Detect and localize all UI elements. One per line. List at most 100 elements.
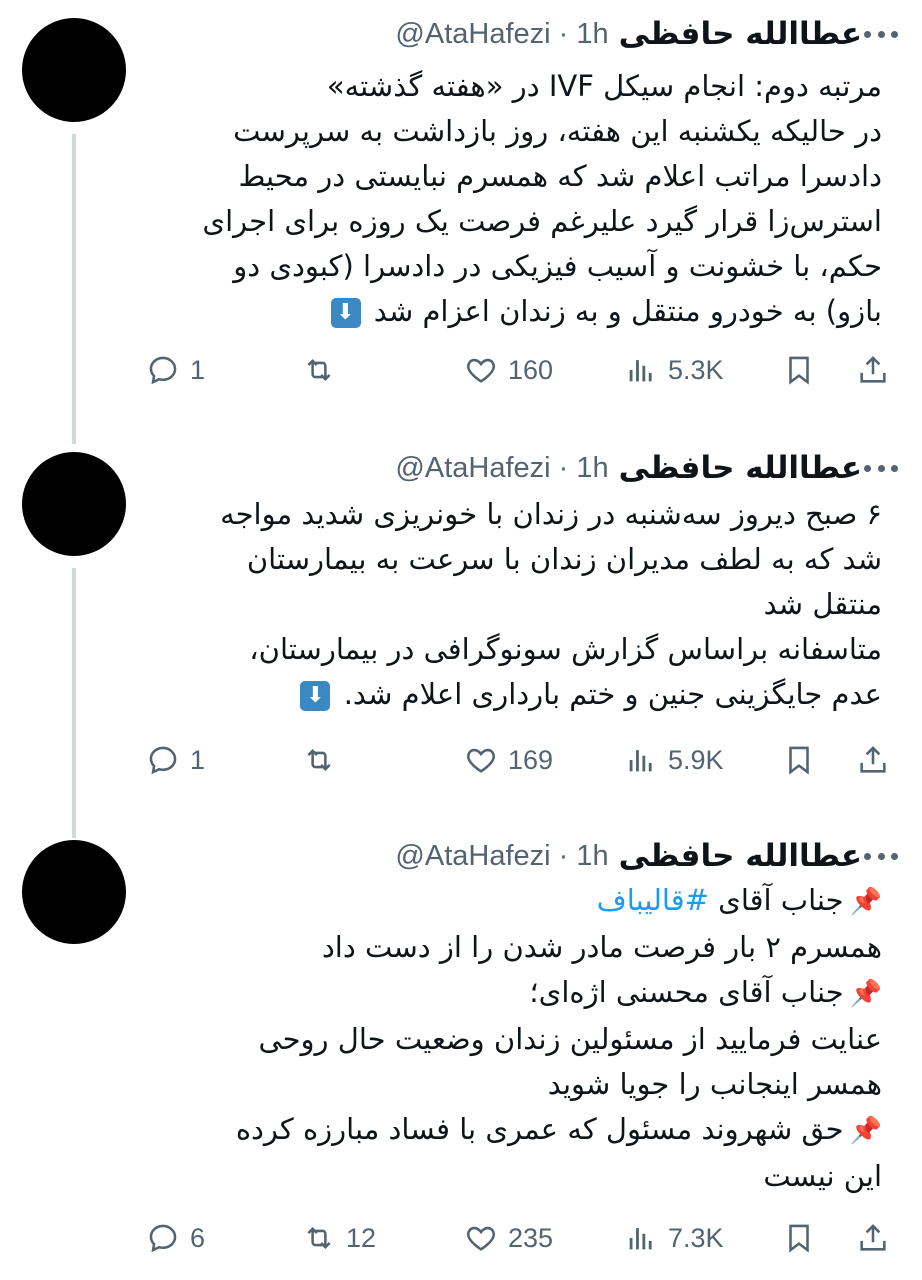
reply-icon (149, 1224, 177, 1253)
bookmark-icon (789, 746, 809, 775)
reply-icon (149, 356, 177, 385)
bookmark-icon (789, 1224, 809, 1253)
tweet-line-with-emoji: بازو) به خودرو منتقل و به زندان اعزام شد… (142, 289, 882, 334)
action-bar: 6 12 235 7.3K (146, 1218, 896, 1258)
tweet-1[interactable]: عطاالله حافظی @AtaHafezi · 1h مرتبه دوم:… (0, 14, 922, 444)
tweet-line-with-emoji: عدم جایگزینی جنین و ختم بارداری اعلام شد… (142, 672, 882, 717)
retweet-button[interactable] (302, 740, 346, 780)
heart-icon (467, 358, 495, 383)
like-button[interactable]: 235 (464, 1218, 553, 1258)
tweet-text: ۶ صبح دیروز سه‌شنبه در زندان با خونریزی … (142, 492, 882, 717)
bookmark-icon (789, 356, 809, 385)
views-count: 5.9K (668, 744, 724, 775)
views-icon (629, 1228, 652, 1250)
share-button[interactable] (856, 1218, 890, 1258)
author-handle[interactable]: @AtaHafezi (395, 18, 550, 50)
tweet-line: شد که به لطف مدیران زندان با سرعت به بیم… (246, 542, 882, 576)
hashtag-link[interactable]: #قالیباف (597, 883, 709, 917)
retweet-icon (307, 748, 331, 772)
tweet-line-text: جناب آقای (718, 883, 844, 917)
retweet-button[interactable] (302, 350, 346, 390)
tweet-line-text: جناب آقای محسنی اژه‌ای؛ (529, 975, 844, 1009)
share-icon (860, 746, 886, 773)
bookmark-button[interactable] (782, 350, 816, 390)
tweet-line: عنایت فرمایید از مسئولین زندان وضعیت حال… (258, 1022, 882, 1056)
tweet-time[interactable]: 1h (576, 452, 608, 484)
tweet-meta: @AtaHafezi · 1h (395, 451, 609, 484)
tweet-line: دادسرا مراتب اعلام شد که همسرم نبایستی د… (238, 159, 882, 193)
bookmark-button[interactable] (782, 1218, 816, 1258)
thread-line (72, 134, 76, 444)
views-count: 7.3K (668, 1222, 724, 1253)
share-button[interactable] (856, 740, 890, 780)
like-button[interactable]: 169 (464, 740, 553, 780)
tweet-line: این نیست (763, 1159, 882, 1193)
action-bar: 1 160 5.3K (146, 350, 896, 390)
pushpin-emoji: 📌 (849, 887, 882, 917)
tweet-header: عطاالله حافظی @AtaHafezi · 1h (395, 448, 862, 488)
retweet-icon (307, 1226, 331, 1250)
tweet-header: عطاالله حافظی @AtaHafezi · 1h (395, 836, 862, 876)
share-icon (860, 1224, 886, 1251)
retweet-button[interactable]: 12 (302, 1218, 376, 1258)
share-icon (860, 356, 886, 383)
heart-icon (467, 748, 495, 773)
views-button[interactable]: 5.9K (624, 740, 724, 780)
views-button[interactable]: 7.3K (624, 1218, 724, 1258)
pushpin-emoji: 📌 (849, 1116, 882, 1146)
like-count: 169 (508, 744, 554, 775)
like-count: 235 (508, 1222, 554, 1253)
reply-button[interactable]: 1 (146, 350, 205, 390)
retweet-count: 12 (346, 1222, 377, 1253)
views-button[interactable]: 5.3K (624, 350, 724, 390)
more-icon[interactable] (864, 29, 898, 39)
like-count: 160 (508, 354, 554, 385)
tweet-text: مرتبه دوم: انجام سیکل IVF در «هفته گذشته… (142, 64, 882, 334)
tweet-line: 📌حق شهروند مسئول که عمری با فساد مبارزه … (142, 1107, 882, 1154)
reply-button[interactable]: 6 (146, 1218, 205, 1258)
avatar[interactable] (22, 18, 126, 122)
tweet-meta: @AtaHafezi · 1h (395, 839, 609, 872)
views-icon (629, 360, 652, 382)
author-name[interactable]: عطاالله حافظی (619, 16, 862, 52)
share-button[interactable] (856, 350, 890, 390)
tweet-line: متاسفانه براساس گزارش سونوگرافی در بیمار… (249, 632, 882, 666)
tweet-line: همسرم ۲ بار فرصت مادر شدن را از دست داد (321, 930, 882, 964)
reply-count: 6 (190, 1222, 206, 1253)
bookmark-button[interactable] (782, 740, 816, 780)
down-arrow-emoji: ⬇ (300, 681, 331, 711)
more-icon[interactable] (864, 463, 898, 473)
tweet-line-text: حق شهروند مسئول که عمری با فساد مبارزه ک… (235, 1112, 844, 1146)
author-handle[interactable]: @AtaHafezi (395, 452, 550, 484)
views-icon (629, 750, 652, 772)
author-handle[interactable]: @AtaHafezi (395, 840, 550, 872)
tweet-text: 📌جناب آقای #قالیباف همسرم ۲ بار فرصت ماد… (142, 878, 882, 1199)
reply-icon (149, 746, 177, 775)
tweet-line: 📌جناب آقای #قالیباف (142, 878, 882, 925)
tweet-line: در حالیکه یکشنبه این هفته، روز بازداشت ب… (233, 114, 882, 148)
tweet-time[interactable]: 1h (576, 840, 608, 872)
tweet-header: عطاالله حافظی @AtaHafezi · 1h (395, 14, 862, 54)
avatar[interactable] (22, 840, 126, 944)
tweet-line: ۶ صبح دیروز سه‌شنبه در زندان با خونریزی … (220, 497, 882, 531)
action-bar: 1 169 5.9K (146, 740, 896, 780)
tweet-line: عدم جایگزینی جنین و ختم بارداری اعلام شد… (343, 677, 882, 711)
tweet-line: منتقل شد (763, 587, 882, 621)
tweet-line: 📌جناب آقای محسنی اژه‌ای؛ (142, 970, 882, 1017)
author-name[interactable]: عطاالله حافظی (619, 450, 862, 486)
avatar[interactable] (22, 452, 126, 556)
tweet-line: همسر اینجانب را جویا شوید (547, 1067, 882, 1101)
like-button[interactable]: 160 (464, 350, 553, 390)
tweet-line: استرس‌زا قرار گیرد علیرغم فرصت یک روزه ب… (202, 204, 882, 238)
reply-count: 1 (190, 354, 206, 385)
tweet-line: حکم، با خشونت و آسیب فیزیکی در دادسرا (ک… (233, 249, 882, 283)
pushpin-emoji: 📌 (849, 979, 882, 1009)
reply-count: 1 (190, 744, 206, 775)
more-icon[interactable] (864, 851, 898, 861)
author-name[interactable]: عطاالله حافظی (619, 838, 862, 874)
reply-button[interactable]: 1 (146, 740, 205, 780)
tweet-time[interactable]: 1h (576, 18, 608, 50)
tweet-2[interactable]: عطاالله حافظی @AtaHafezi · 1h ۶ صبح دیرو… (0, 448, 922, 838)
tweet-line: بازو) به خودرو منتقل و به زندان اعزام شد (373, 294, 882, 328)
tweet-3[interactable]: عطاالله حافظی @AtaHafezi · 1h 📌جناب آقای… (0, 836, 922, 1276)
